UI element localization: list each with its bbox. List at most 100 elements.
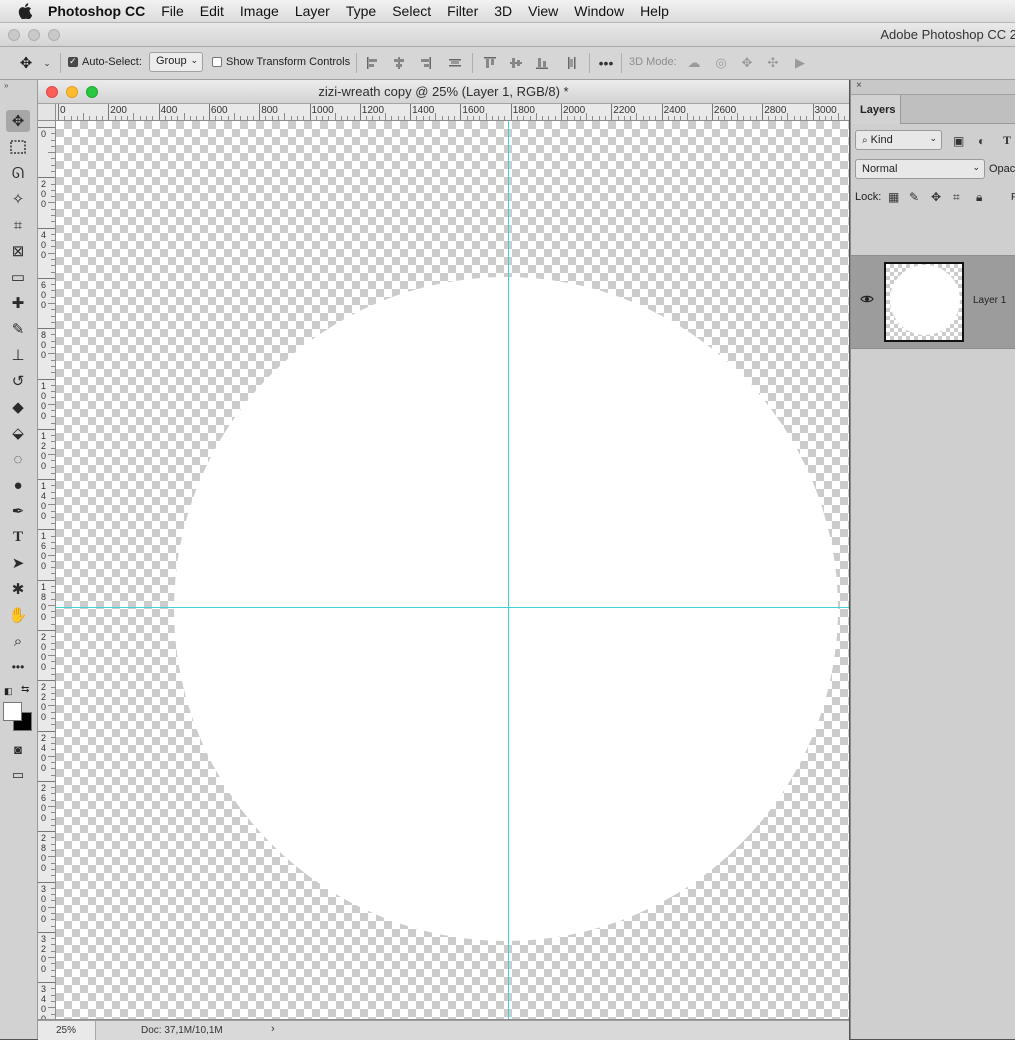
custom-shape-tool-icon[interactable]: ✱	[6, 578, 30, 600]
layer-row[interactable]: Layer 1	[851, 255, 1015, 349]
align-vertical-centers-icon[interactable]	[507, 54, 525, 72]
type-tool-icon[interactable]: T	[6, 526, 30, 548]
default-colors-icon[interactable]: ◧	[4, 686, 13, 697]
auto-select-checkbox[interactable]	[68, 56, 78, 67]
edit-toolbar-icon[interactable]: •••	[6, 656, 30, 678]
lock-position-icon[interactable]: ✥	[931, 190, 941, 204]
menu-layer[interactable]: Layer	[295, 3, 330, 19]
pixel-layer-filter-icon[interactable]: ▣	[953, 134, 964, 148]
type-layer-filter-icon[interactable]: T	[1003, 133, 1011, 148]
ruler-label: 400	[160, 105, 178, 116]
menu-help[interactable]: Help	[640, 3, 669, 19]
tab-layers[interactable]: Layers	[851, 95, 901, 124]
lock-all-icon[interactable]: 🔒︎	[976, 190, 982, 205]
close-panel-icon[interactable]: ×	[856, 80, 862, 91]
lock-image-pixels-icon[interactable]: ✎	[909, 190, 919, 204]
menu-window[interactable]: Window	[574, 3, 624, 19]
align-top-edges-icon[interactable]	[481, 54, 499, 72]
blur-tool-icon[interactable]: ◌	[6, 448, 30, 470]
align-left-edges-icon[interactable]	[364, 54, 382, 72]
3d-slide-icon[interactable]: ✣	[764, 54, 782, 72]
swap-colors-icon[interactable]: ⇆	[21, 684, 29, 695]
layer-name[interactable]: Layer 1	[973, 295, 1006, 306]
align-bottom-edges-icon[interactable]	[533, 54, 551, 72]
clone-stamp-tool-icon[interactable]: ⊥	[6, 344, 30, 366]
ruler-tick	[38, 277, 55, 279]
show-transform-controls-checkbox[interactable]	[212, 57, 222, 67]
zoom-level-field[interactable]: 25%	[38, 1021, 96, 1040]
minimize-window-button[interactable]	[28, 29, 40, 41]
layer-thumbnail[interactable]	[884, 262, 964, 342]
eraser-tool-icon[interactable]: ◆	[6, 396, 30, 418]
history-brush-tool-icon[interactable]: ↺	[6, 370, 30, 392]
3d-roll-icon[interactable]: ◎	[712, 54, 730, 72]
canvas[interactable]	[56, 121, 849, 1019]
lock-artboard-icon[interactable]: ⌗	[953, 190, 960, 205]
lock-transparent-pixels-icon[interactable]: ▦	[888, 190, 899, 204]
ruler-tool-icon[interactable]: ▭	[6, 266, 30, 288]
menu-select[interactable]: Select	[392, 3, 431, 19]
eye-icon[interactable]	[860, 292, 874, 307]
horizontal-ruler[interactable]: 0 200 400 600 800 1000 1200 1400 1600 1800 2000 220…	[56, 104, 849, 121]
ruler-origin[interactable]	[38, 104, 56, 121]
magic-wand-tool-icon[interactable]: ✧	[6, 188, 30, 210]
marquee-tool-icon[interactable]	[6, 136, 30, 158]
tools-panel: » ✥ ᘏ ✧ ⌗ ⊠ ▭ ✚ ✎ ⊥ ↺ ◆ ⬙ ◌ ● ✒ T ➤ ✱ ✋ …	[0, 80, 38, 1039]
status-menu-arrow[interactable]: ›	[271, 1023, 275, 1035]
quick-mask-icon[interactable]: ◙	[6, 738, 30, 760]
adjustment-layer-filter-icon[interactable]: ◐	[978, 134, 985, 148]
align-right-edges-icon[interactable]	[416, 54, 434, 72]
blend-mode-dropdown[interactable]: Normal ⌄	[855, 159, 985, 179]
menu-filter[interactable]: Filter	[447, 3, 478, 19]
auto-select-target-dropdown[interactable]: Group ⌄	[149, 52, 203, 72]
move-tool-preset-icon[interactable]: ✥	[17, 54, 35, 72]
apple-icon[interactable]	[18, 3, 34, 19]
lasso-tool-icon[interactable]: ᘏ	[6, 162, 30, 184]
ruler-minor-tick	[623, 116, 625, 120]
move-tool-icon[interactable]: ✥	[6, 110, 30, 132]
3d-camera-icon[interactable]: ▶	[791, 54, 809, 72]
menu-type[interactable]: Type	[346, 3, 376, 19]
dodge-tool-icon[interactable]: ●	[6, 474, 30, 496]
chevron-down-icon[interactable]: ⌄	[38, 54, 56, 72]
brush-tool-icon[interactable]: ✎	[6, 318, 30, 340]
menu-image[interactable]: Image	[240, 3, 279, 19]
healing-brush-tool-icon[interactable]: ✚	[6, 292, 30, 314]
more-options-icon[interactable]: •••	[597, 54, 615, 72]
paint-bucket-tool-icon[interactable]: ⬙	[6, 422, 30, 444]
foreground-color-swatch[interactable]	[3, 702, 22, 721]
distribute-icon[interactable]	[446, 54, 464, 72]
menu-3d[interactable]: 3D	[494, 3, 512, 19]
collapse-toolbar-icon[interactable]: »	[4, 81, 8, 90]
hand-tool-icon[interactable]: ✋	[6, 604, 30, 626]
close-window-button[interactable]	[8, 29, 20, 41]
distribute-vertical-icon[interactable]	[563, 54, 581, 72]
align-horizontal-centers-icon[interactable]	[390, 54, 408, 72]
ruler-minor-tick	[51, 284, 55, 286]
vertical-ruler[interactable]: 0 200 400 600 800 1000 1200 1400 1600 1800 2000 220…	[38, 121, 56, 1019]
crop-tool-icon[interactable]: ⌗	[6, 214, 30, 236]
path-selection-tool-icon[interactable]: ➤	[6, 552, 30, 574]
ruler-minor-tick	[51, 592, 55, 594]
screen-mode-icon[interactable]: ▭	[6, 764, 30, 786]
ruler-minor-tick	[340, 116, 342, 120]
zoom-tool-icon[interactable]: ⌕	[6, 630, 30, 652]
ruler-minor-tick	[51, 768, 55, 770]
ruler-minor-tick	[183, 113, 185, 120]
pen-tool-icon[interactable]: ✒	[6, 500, 30, 522]
vertical-guide[interactable]	[508, 121, 509, 1019]
menu-view[interactable]: View	[528, 3, 558, 19]
3d-orbit-icon[interactable]: ☁	[685, 54, 703, 72]
ruler-label: 2800	[40, 833, 46, 874]
3d-drag-icon[interactable]: ✥	[738, 54, 756, 72]
horizontal-guide[interactable]	[56, 607, 849, 608]
menu-edit[interactable]: Edit	[200, 3, 224, 19]
ruler-label: 3400	[40, 984, 46, 1019]
layer-filter-dropdown[interactable]: ⌕ Kind ⌄	[855, 130, 942, 150]
zoom-window-button[interactable]	[48, 29, 60, 41]
ruler-minor-tick	[51, 497, 55, 499]
menu-file[interactable]: File	[161, 3, 184, 19]
app-menu[interactable]: Photoshop CC	[48, 3, 145, 19]
frame-tool-icon[interactable]: ⊠	[6, 240, 30, 262]
ruler-minor-tick	[51, 567, 55, 569]
